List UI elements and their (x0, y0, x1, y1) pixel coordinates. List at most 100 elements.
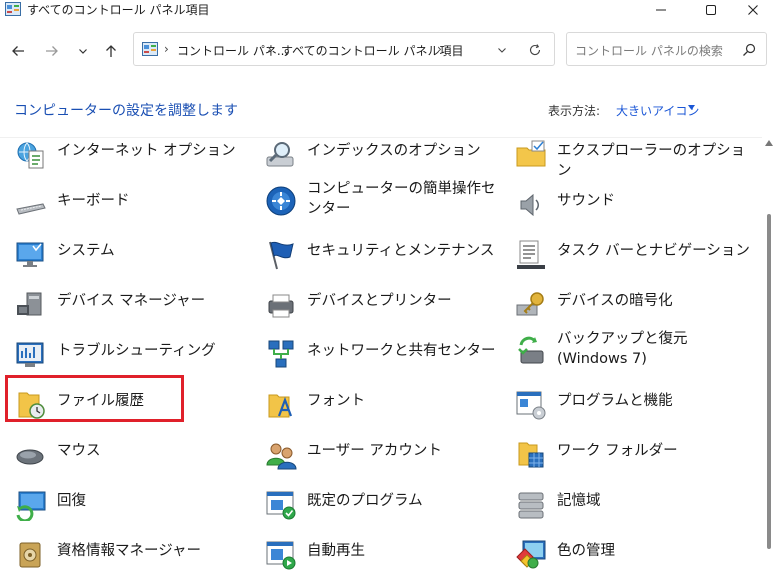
item-fonts[interactable]: フォント (265, 387, 505, 427)
scrollbar-thumb[interactable] (767, 214, 771, 549)
item-label: ユーザー アカウント (307, 443, 442, 459)
search-box[interactable]: コントロール パネルの検索 (566, 32, 767, 66)
close-icon (748, 5, 758, 15)
item-indexing-options[interactable]: インデックスのオプション (265, 138, 505, 177)
item-label: デバイス マネージャー (57, 293, 206, 309)
item-mouse[interactable]: マウス (15, 437, 255, 477)
item-backup-restore[interactable]: バックアップと復元 (Windows 7) (515, 329, 755, 377)
item-label: 自動再生 (307, 543, 365, 559)
item-user-accounts[interactable]: ユーザー アカウント (265, 437, 505, 477)
recovery-icon (16, 491, 46, 521)
back-button[interactable] (7, 40, 29, 62)
item-label: セキュリティとメンテナンス (307, 243, 495, 259)
item-label: タスク バーとナビゲーション (557, 243, 750, 259)
item-storage-spaces[interactable]: 記憶域 (515, 487, 755, 527)
search-placeholder: コントロール パネルの検索 (575, 44, 723, 58)
maximize-button[interactable] (688, 0, 734, 20)
item-security-maintenance[interactable]: セキュリティとメンテナンス (265, 237, 505, 277)
programs-features-icon (516, 391, 546, 420)
address-bar[interactable]: › コントロール パネ... › すべてのコントロール パネル項目 › (133, 32, 555, 66)
item-label: 回復 (57, 493, 86, 509)
item-label: コンピューターの簡単操作センター (307, 181, 496, 217)
close-button[interactable] (730, 0, 776, 20)
storage-spaces-icon (518, 492, 544, 519)
highlight-box (5, 375, 184, 422)
item-label: マウス (57, 443, 101, 459)
taskbar-icon (517, 240, 545, 269)
recent-locations-button[interactable] (72, 40, 94, 62)
scroll-up-icon[interactable] (765, 140, 773, 146)
item-sound[interactable]: サウンド (515, 187, 755, 227)
internet-options-icon (17, 142, 44, 169)
window-title: すべてのコントロール パネル項目 (27, 3, 210, 17)
sound-icon (520, 193, 539, 217)
refresh-icon[interactable] (528, 43, 542, 57)
encryption-key-icon (516, 292, 544, 316)
item-credential-manager[interactable]: 資格情報マネージャー (15, 537, 255, 577)
item-device-encryption[interactable]: デバイスの暗号化 (515, 287, 755, 327)
item-label: デバイスの暗号化 (557, 293, 673, 309)
item-label: インデックスのオプション (307, 143, 481, 159)
troubleshooting-icon (16, 342, 44, 367)
item-autoplay[interactable]: 自動再生 (265, 537, 505, 577)
item-label: 既定のプログラム (307, 493, 423, 509)
caret-down-icon[interactable] (688, 105, 695, 110)
search-icon[interactable] (742, 43, 756, 57)
item-label: システム (57, 243, 115, 259)
content-header: コンピューターの設定を調整します 表示方法: 大きいアイコン (0, 94, 776, 124)
item-label: ネットワークと共有センター (307, 343, 496, 359)
item-programs-features[interactable]: プログラムと機能 (515, 387, 755, 427)
item-label: プログラムと機能 (557, 393, 673, 409)
forward-button[interactable] (41, 40, 63, 62)
work-folders-icon (518, 442, 544, 468)
item-label: エクスプローラーのオプション (557, 143, 746, 179)
item-recovery[interactable]: 回復 (15, 487, 255, 527)
maximize-icon (706, 5, 716, 15)
breadcrumb-separator: › (437, 42, 442, 56)
view-by-label: 表示方法: (548, 104, 601, 118)
item-taskbar-navigation[interactable]: タスク バーとナビゲーション (515, 237, 755, 277)
control-panel-icon (142, 42, 158, 56)
default-programs-icon (266, 491, 296, 520)
item-internet-options[interactable]: インターネット オプション (15, 138, 255, 177)
item-devices-printers[interactable]: デバイスとプリンター (265, 287, 505, 327)
autoplay-icon (266, 541, 296, 570)
item-network-sharing[interactable]: ネットワークと共有センター (265, 337, 505, 377)
item-keyboard[interactable]: キーボード (15, 187, 255, 227)
page-title: コンピューターの設定を調整します (14, 103, 238, 119)
breadcrumb-separator: › (164, 42, 169, 56)
item-explorer-options[interactable]: エクスプローラーのオプション (515, 138, 755, 179)
control-panel-items: インターネット オプション インデックスのオプション エクスプローラーのオプショ… (0, 138, 762, 578)
item-label: サウンド (557, 193, 615, 209)
item-system[interactable]: システム (15, 237, 255, 277)
keyboard-icon (16, 203, 46, 215)
item-troubleshooting[interactable]: トラブルシューティング (15, 337, 255, 377)
device-manager-icon (17, 292, 42, 316)
navigation-bar: › コントロール パネ... › すべてのコントロール パネル項目 › コントロ… (0, 31, 776, 71)
item-device-manager[interactable]: デバイス マネージャー (15, 287, 255, 327)
system-icon (16, 242, 44, 267)
breadcrumb-separator: › (267, 42, 272, 56)
control-panel-icon (5, 2, 21, 16)
printer-icon (268, 294, 294, 318)
item-work-folders[interactable]: ワーク フォルダー (515, 437, 755, 477)
item-default-programs[interactable]: 既定のプログラム (265, 487, 505, 527)
item-label: フォント (307, 393, 365, 409)
indexing-options-icon (266, 142, 294, 167)
mouse-icon (16, 449, 44, 465)
item-ease-of-access[interactable]: コンピューターの簡単操作センター (265, 179, 505, 227)
item-color-management[interactable]: 色の管理 (515, 537, 755, 577)
user-accounts-icon (266, 443, 297, 470)
view-by-dropdown[interactable]: 大きいアイコン (616, 102, 699, 119)
title-bar: すべてのコントロール パネル項目 (0, 0, 776, 20)
minimize-button[interactable] (638, 0, 684, 20)
backup-restore-icon (518, 336, 544, 364)
item-label: 記憶域 (557, 493, 601, 509)
up-button[interactable] (100, 40, 122, 62)
ease-of-access-icon (266, 186, 296, 216)
chevron-down-icon[interactable] (496, 44, 508, 56)
security-flag-icon (269, 241, 294, 270)
item-label: 色の管理 (557, 543, 615, 559)
vertical-scrollbar[interactable] (762, 138, 776, 578)
item-label: 資格情報マネージャー (57, 543, 201, 559)
